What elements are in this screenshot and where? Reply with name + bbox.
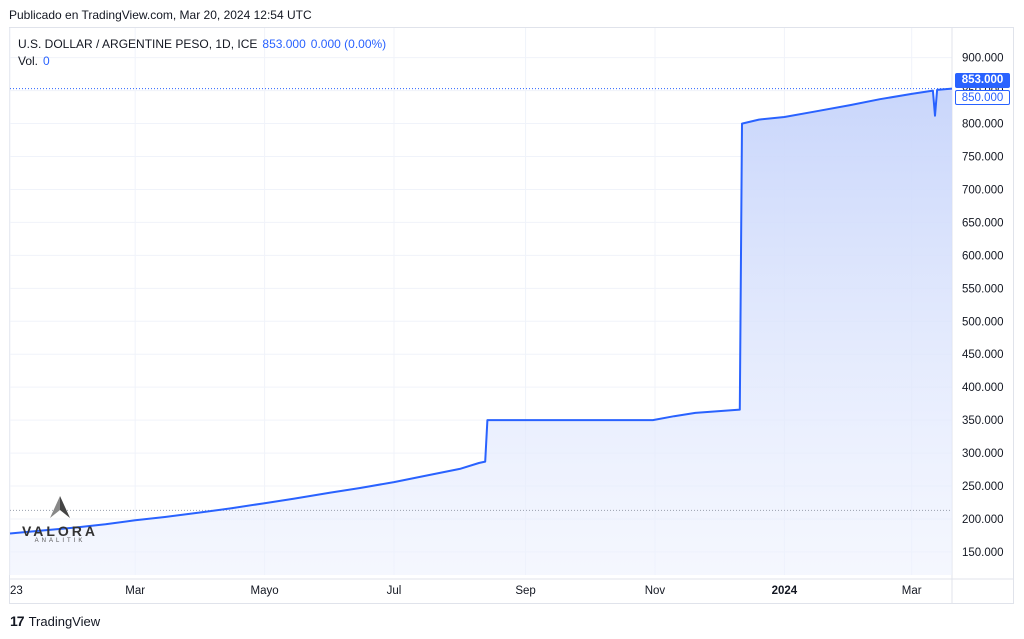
area-fill-path <box>10 88 952 575</box>
y-tick-label: 300.000 <box>962 448 1004 460</box>
chart-legend: U.S. DOLLAR / ARGENTINE PESO, 1D, ICE 85… <box>18 35 386 69</box>
valora-logo-icon <box>50 496 70 518</box>
x-tick-label: 23 <box>10 585 23 597</box>
y-tick-label: 400.000 <box>962 382 1004 394</box>
y-tick-label: 500.000 <box>962 316 1004 328</box>
y-tick-label: 700.000 <box>962 184 1004 196</box>
tradingview-logo-icon: 17 <box>10 613 25 629</box>
last-price-value: 853.000 <box>262 36 306 51</box>
y-tick-label: 750.000 <box>962 152 1004 164</box>
price-chart[interactable]: 150.000 200.000 250.000 300.000 350.000 400.0… <box>0 0 1024 639</box>
y-tick-label: 900.000 <box>962 53 1004 65</box>
valora-watermark: VALORA ANALITIK <box>20 496 100 544</box>
x-tick-label: Jul <box>387 585 402 597</box>
y-tick-label: 550.000 <box>962 283 1004 295</box>
footer-brand[interactable]: 17 TradingView <box>10 613 100 629</box>
y-tick-label: 650.000 <box>962 217 1004 229</box>
price-axis[interactable]: 150.000 200.000 250.000 300.000 350.000 400.0… <box>962 53 1004 559</box>
last-price-tag: 853.000 <box>955 73 1010 88</box>
volume-label: Vol. <box>18 53 39 68</box>
y-tick-label: 250.000 <box>962 481 1004 493</box>
y-tick-label: 200.000 <box>962 514 1004 526</box>
y-tick-label: 800.000 <box>962 119 1004 131</box>
x-tick-label: Sep <box>515 585 535 597</box>
y-tick-label: 600.000 <box>962 250 1004 262</box>
watermark-name: VALORA <box>21 523 99 539</box>
x-tick-label: Mar <box>902 585 922 597</box>
change-value: 0.000 (0.00%) <box>310 36 387 51</box>
x-tick-label: Mayo <box>251 585 279 597</box>
y-tick-label: 150.000 <box>962 547 1004 559</box>
area-fill <box>10 88 952 575</box>
x-tick-label: Nov <box>645 585 666 597</box>
symbol-title[interactable]: U.S. DOLLAR / ARGENTINE PESO, 1D, ICE <box>18 37 257 51</box>
footer-brand-name: TradingView <box>28 613 101 629</box>
prev-price-tag: 850.000 <box>955 90 1010 105</box>
y-tick-label: 450.000 <box>962 349 1004 361</box>
y-tick-label: 350.000 <box>962 415 1004 427</box>
volume-value: 0 <box>43 53 50 68</box>
x-tick-label: Mar <box>125 585 145 597</box>
x-tick-label: 2024 <box>772 585 798 597</box>
time-axis[interactable]: 23 Mar Mayo Jul Sep Nov 2024 Mar <box>10 585 922 597</box>
